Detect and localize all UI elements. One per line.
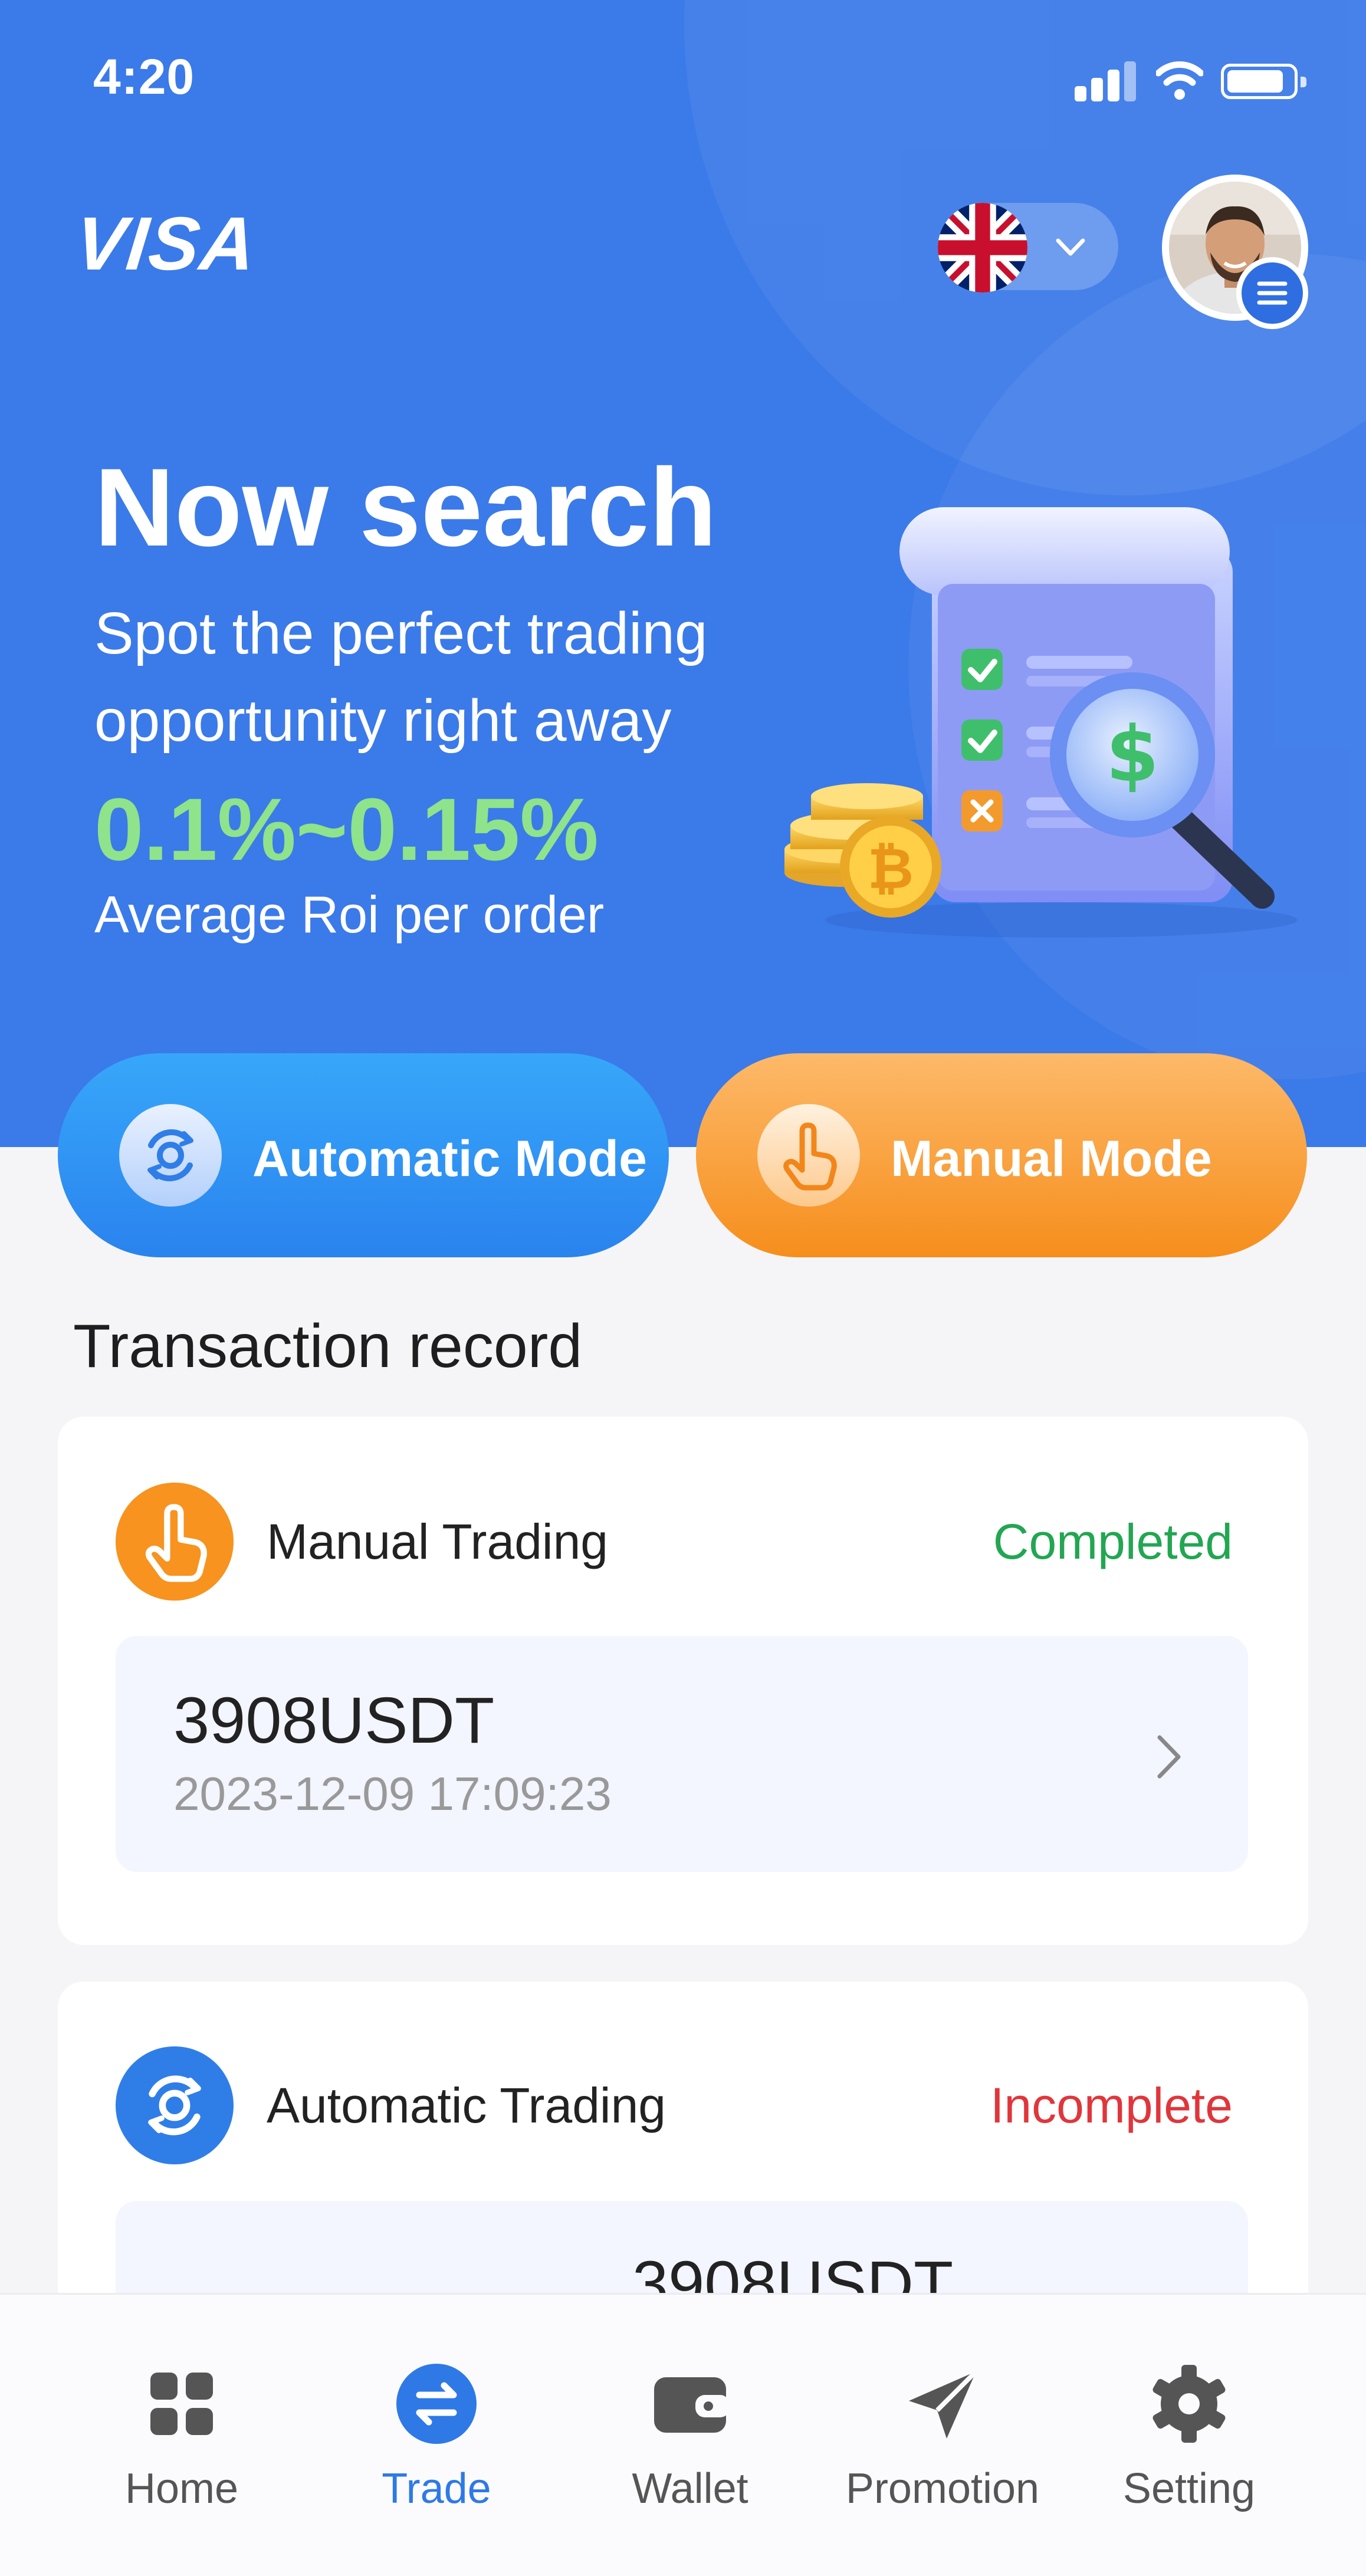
transaction-date: 2023-12-09 17:09:23 [173,1767,612,1820]
uk-flag-icon [938,203,1027,293]
transaction-type: Automatic Trading [267,2078,666,2133]
grid-icon [150,2373,213,2435]
swap-icon [396,2364,477,2444]
svg-text:₿: ₿ [868,836,914,902]
tab-wallet[interactable]: Wallet [566,2360,814,2536]
transaction-record-title: Transaction record [73,1312,583,1381]
auto-sync-icon [116,2046,234,2164]
tab-setting[interactable]: Setting [1065,2360,1313,2536]
tab-promotion[interactable]: Promotion [819,2360,1066,2536]
tab-promotion-label: Promotion [845,2465,1040,2512]
tab-trade-label: Trade [382,2465,491,2512]
hand-pointer-icon [757,1104,860,1207]
visa-logo: VISA [71,202,261,286]
transaction-type: Manual Trading [267,1514,609,1569]
trading-document-illustration: $ ₿ [784,507,1298,938]
hero-subtitle: Spot the perfect trading opportunity rig… [94,600,708,754]
hand-pointer-icon [116,1483,234,1601]
hero-banner: 4:20 VISA Now search Spot the perfect tr… [0,0,1366,1147]
status-bar: 4:20 [0,0,1366,159]
wifi-icon [1156,61,1203,100]
app-screen: 4:20 VISA Now search Spot the perfect tr… [0,0,1366,2576]
paper-plane-icon [909,2370,978,2439]
menu-icon[interactable] [1236,257,1308,329]
svg-text:$: $ [1106,709,1159,799]
gear-icon [1152,2365,1226,2443]
roi-label: Average Roi per order [94,885,605,944]
signal-icon [1075,61,1136,101]
tab-wallet-label: Wallet [632,2465,748,2512]
status-badge: Completed [993,1514,1233,1569]
transaction-amount: 3908USDT [173,1684,495,1757]
transaction-card[interactable]: Manual Trading Completed 3908USDT 2023-1… [58,1417,1308,1945]
status-time: 4:20 [93,49,195,104]
auto-sync-icon [119,1104,222,1207]
tab-home[interactable]: Home [58,2360,306,2536]
bottom-tab-bar: Home Trade Wallet Promotion Setting [0,2293,1366,2576]
automatic-mode-button[interactable]: Automatic Mode [58,1053,669,1257]
tab-trade[interactable]: Trade [313,2360,560,2536]
roi-value: 0.1%~0.15% [94,780,599,879]
manual-mode-label: Manual Mode [891,1131,1212,1187]
status-badge: Incomplete [990,2078,1233,2133]
transaction-detail[interactable]: 3908USDT 2023-12-09 17:09:23 [116,1636,1248,1872]
tab-setting-label: Setting [1122,2465,1256,2512]
tab-home-label: Home [124,2465,239,2512]
battery-icon [1221,64,1306,99]
manual-mode-button[interactable]: Manual Mode [696,1053,1307,1257]
language-selector[interactable] [938,203,1118,293]
wallet-icon [654,2377,730,2433]
chevron-right-icon [1157,1735,1181,1779]
automatic-mode-label: Automatic Mode [252,1131,647,1187]
chevron-down-icon [1056,238,1085,256]
hero-title: Now search [94,445,717,569]
